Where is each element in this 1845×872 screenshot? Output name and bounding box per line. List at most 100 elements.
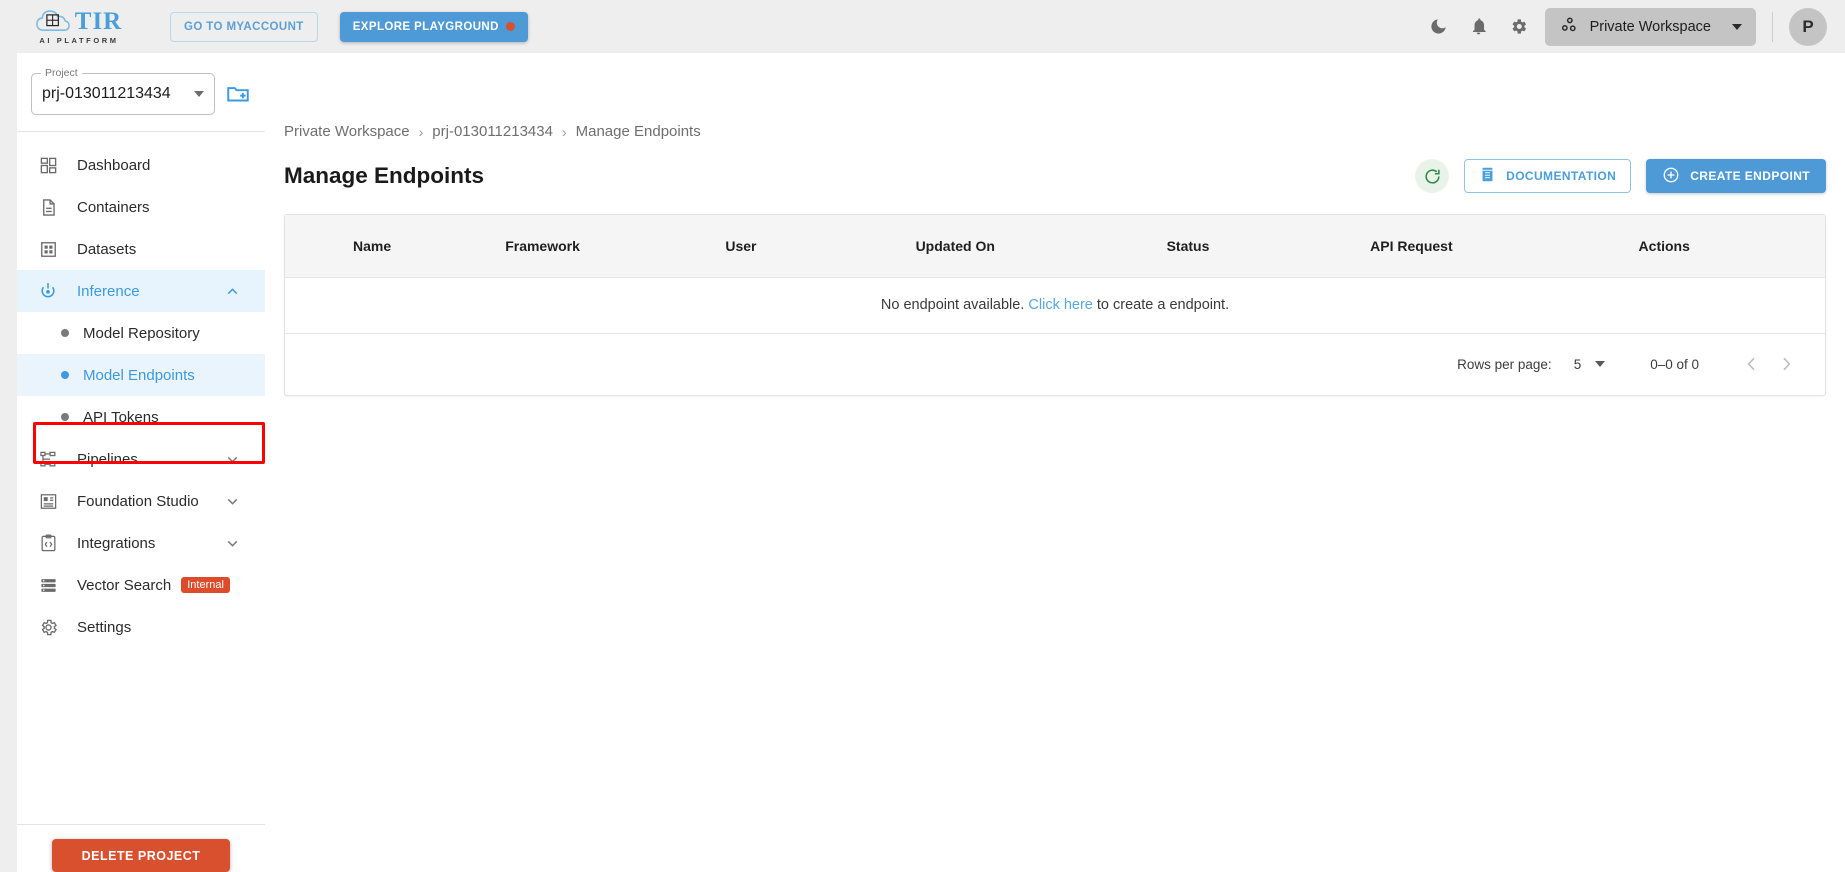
sidebar-item-inference[interactable]: Inference: [17, 270, 265, 312]
chevron-down-icon: [224, 535, 241, 552]
sidebar-item-model-endpoints[interactable]: Model Endpoints: [17, 354, 265, 396]
sidebar-subitem-label: Model Endpoints: [83, 366, 195, 384]
sidebar-item-foundation-studio[interactable]: Foundation Studio: [17, 480, 265, 522]
sidebar-item-dashboard[interactable]: Dashboard: [17, 144, 265, 186]
logo-tagline: AI PLATFORM: [39, 36, 119, 45]
breadcrumb-item-current: Manage Endpoints: [575, 123, 701, 140]
logo-wordmark: TIR: [74, 7, 123, 35]
table-body: No endpoint available. Click here to cre…: [285, 276, 1825, 395]
chevron-down-icon: [224, 493, 241, 510]
refresh-icon[interactable]: [1415, 159, 1450, 193]
delete-project-button[interactable]: DELETE PROJECT: [52, 839, 230, 872]
pagination-range: 0–0 of 0: [1650, 356, 1699, 372]
chevron-down-icon: [224, 451, 241, 468]
header-divider: [1772, 11, 1773, 42]
project-select[interactable]: Project prj-013011213434: [31, 67, 215, 115]
previous-page-icon[interactable]: [1735, 347, 1769, 381]
column-header-user: User: [725, 237, 757, 254]
sidebar-item-integrations[interactable]: Integrations: [17, 522, 265, 564]
bullet-icon: [61, 413, 69, 421]
project-selector-row: Project prj-013011213434: [17, 53, 265, 132]
sidebar-item-settings[interactable]: Settings: [17, 606, 265, 648]
top-bar: TIR AI PLATFORM GO TO MYACCOUNT EXPLORE …: [0, 0, 1845, 53]
page-actions: DOCUMENTATION CREATE ENDPOINT: [1415, 159, 1826, 193]
explore-playground-label: EXPLORE PLAYGROUND: [352, 20, 499, 33]
chevron-up-icon: [224, 283, 241, 300]
chevron-down-icon: [1595, 361, 1606, 368]
empty-state-row: No endpoint available. Click here to cre…: [285, 276, 1825, 334]
sidebar-item-datasets[interactable]: Datasets: [17, 228, 265, 270]
column-header-api-request: API Request: [1370, 237, 1453, 254]
sidebar-item-label: Datasets: [77, 240, 137, 258]
sidebar-item-label: Vector Search: [77, 576, 172, 594]
page-title: Manage Endpoints: [284, 163, 485, 188]
workspace-selector[interactable]: Private Workspace: [1544, 7, 1756, 46]
sidebar-item-label: Containers: [77, 198, 150, 216]
project-label: Project: [41, 67, 82, 79]
avatar[interactable]: P: [1789, 7, 1827, 46]
documentation-button[interactable]: DOCUMENTATION: [1464, 159, 1632, 193]
column-header-updated-on: Updated On: [915, 237, 995, 254]
cloud-logo-icon: [35, 8, 70, 34]
empty-state-suffix: to create a endpoint.: [1096, 297, 1230, 313]
breadcrumb-item-project[interactable]: prj-013011213434: [432, 123, 553, 140]
plus-circle-icon: [1662, 166, 1680, 187]
sidebar-footer: DELETE PROJECT: [17, 824, 265, 872]
inference-icon: [37, 280, 59, 302]
settings-gear-icon[interactable]: [1499, 7, 1539, 47]
notifications-icon[interactable]: [1459, 7, 1499, 47]
workspace-icon: [1559, 15, 1579, 39]
go-to-myaccount-button[interactable]: GO TO MYACCOUNT: [170, 11, 318, 42]
main-content: Private Workspace › prj-013011213434 › M…: [265, 53, 1845, 872]
table-header-row: Name Framework User Updated On Status AP…: [285, 215, 1825, 277]
click-here-link[interactable]: Click here: [1028, 297, 1092, 313]
pagination: Rows per page: 5 0–0 of 0: [285, 347, 1825, 381]
chevron-down-icon: [1732, 23, 1742, 30]
breadcrumb-item-workspace[interactable]: Private Workspace: [284, 123, 410, 140]
sidebar-item-label: Inference: [77, 282, 140, 300]
sidebar-subitem-label: Model Repository: [83, 324, 200, 342]
rows-per-page-select[interactable]: 5: [1574, 357, 1606, 372]
tir-logo[interactable]: TIR AI PLATFORM: [20, 8, 138, 45]
sidebar: Project prj-013011213434 Dashboard Conta…: [17, 53, 265, 872]
breadcrumb-separator-icon: ›: [418, 123, 424, 140]
empty-state-prefix: No endpoint available.: [880, 297, 1025, 313]
dashboard-icon: [37, 154, 59, 176]
sidebar-item-api-tokens[interactable]: API Tokens: [17, 396, 265, 438]
column-header-framework: Framework: [505, 237, 580, 254]
integrations-icon: [37, 532, 59, 554]
bullet-icon: [61, 329, 69, 337]
breadcrumb: Private Workspace › prj-013011213434 › M…: [265, 53, 1845, 140]
column-header-status: Status: [1166, 237, 1210, 254]
sidebar-item-vector-search[interactable]: Vector Search Internal: [17, 564, 265, 606]
create-endpoint-label: CREATE ENDPOINT: [1690, 169, 1810, 183]
pipelines-icon: [37, 448, 59, 470]
container-icon: [37, 196, 59, 218]
sidebar-item-label: Dashboard: [77, 156, 151, 174]
create-project-folder-icon[interactable]: [225, 81, 251, 107]
dark-mode-icon[interactable]: [1419, 7, 1459, 47]
create-endpoint-button[interactable]: CREATE ENDPOINT: [1646, 159, 1826, 193]
pagination-cell: Rows per page: 5 0–0 of 0: [285, 333, 1825, 395]
explore-playground-button[interactable]: EXPLORE PLAYGROUND: [339, 11, 528, 42]
breadcrumb-separator-icon: ›: [561, 123, 567, 140]
new-indicator-dot-icon: [505, 22, 515, 31]
sidebar-nav: Dashboard Containers Datasets Inference …: [17, 132, 265, 824]
bullet-icon: [61, 371, 69, 379]
next-page-icon[interactable]: [1769, 347, 1803, 381]
documentation-icon: [1479, 166, 1496, 186]
endpoints-table: Name Framework User Updated On Status AP…: [285, 215, 1825, 395]
project-value: prj-013011213434: [42, 85, 171, 102]
sidebar-item-pipelines[interactable]: Pipelines: [17, 438, 265, 480]
rows-per-page-value: 5: [1573, 356, 1582, 372]
workspace-label: Private Workspace: [1589, 18, 1711, 35]
vector-search-icon: [37, 574, 59, 596]
column-header-name: Name: [353, 237, 392, 254]
sidebar-subitem-label: API Tokens: [83, 408, 159, 426]
foundation-studio-icon: [37, 490, 59, 512]
sidebar-item-model-repository[interactable]: Model Repository: [17, 312, 265, 354]
settings-gear-icon: [37, 616, 59, 638]
sidebar-item-containers[interactable]: Containers: [17, 186, 265, 228]
sidebar-item-label: Pipelines: [77, 450, 138, 468]
dataset-icon: [37, 238, 59, 260]
